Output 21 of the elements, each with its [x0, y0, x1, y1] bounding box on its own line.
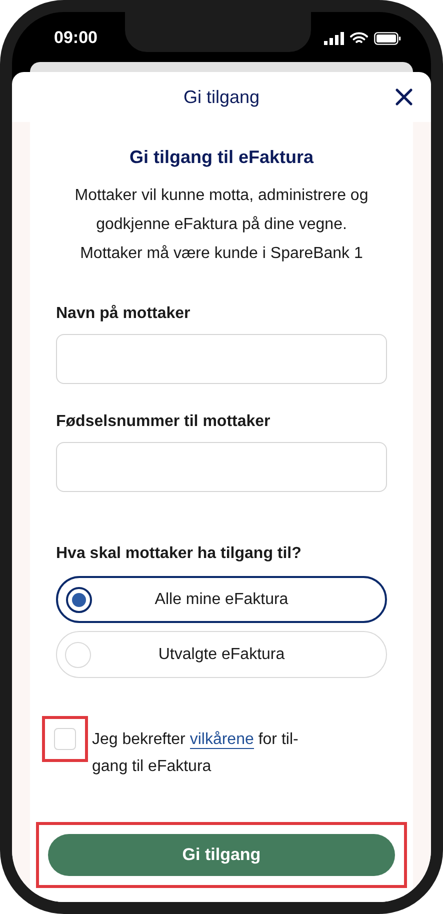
input-field[interactable] — [56, 334, 387, 384]
wifi-icon — [350, 32, 368, 44]
field-label: Navn på mottaker — [56, 304, 192, 324]
submit-button[interactable]: Gi tilgang — [48, 834, 395, 876]
input-field[interactable] — [56, 442, 387, 492]
access-question: Hva skal mottaker ha tilgang til? — [56, 544, 302, 564]
battery-icon — [374, 32, 401, 44]
radio-icon — [65, 642, 91, 668]
field-label: Fødselsnummer til mottaker — [56, 412, 272, 432]
radio-option[interactable]: Utvalgte eFaktura — [56, 631, 387, 678]
modal-title: Gi tilgang — [183, 86, 260, 109]
consent-text: Jeg bekrefter vilkårene for til- gang til eFaktura — [92, 730, 298, 777]
checkbox[interactable] — [54, 728, 76, 750]
intro-heading: Gi tilgang til eFaktura — [128, 146, 315, 169]
status-time: 09:00 — [54, 27, 98, 50]
close-icon[interactable] — [395, 88, 413, 106]
radio-icon — [66, 586, 92, 612]
intro-text: Mottaker vil kunne motta, administrere og godkjenne eFaktura på dine vegne. Mottaker må være kunde i SpareBank 1 — [74, 186, 370, 264]
signal-icon — [324, 32, 344, 44]
radio-option[interactable]: Alle mine eFaktura — [56, 576, 387, 623]
terms-link[interactable]: vilkårene — [190, 731, 254, 749]
